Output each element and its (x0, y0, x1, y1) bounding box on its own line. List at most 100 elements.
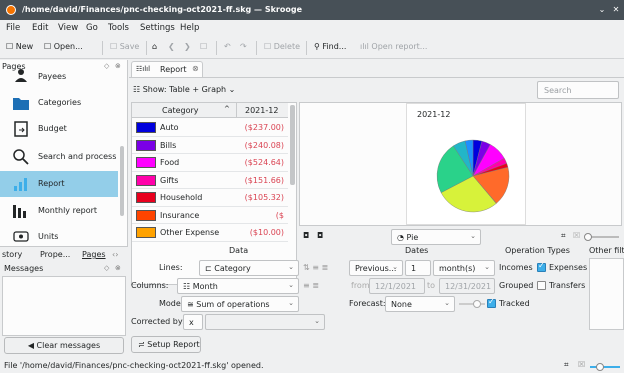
menu-view[interactable]: View (58, 23, 78, 33)
period-select[interactable]: Previous... ⌄ (349, 260, 403, 276)
clear-messages-button[interactable]: ◀ Clear messages (4, 337, 124, 354)
amount-cell: ($151.66) (244, 175, 284, 185)
pages-scrollbar[interactable] (120, 146, 124, 216)
period-unit-select[interactable]: month(s) ⌄ (433, 260, 495, 276)
other-filters-list[interactable] (589, 258, 624, 330)
undo-icon[interactable]: ↶ (224, 42, 231, 51)
report-page: ☷ılıl Report ⊗ ☷ Show: Table + Graph ⌄ S… (129, 60, 624, 360)
tab-properties[interactable]: Prope... (40, 250, 70, 259)
table-row[interactable]: Food ($524.64) (132, 154, 288, 172)
sidebar-item-units[interactable]: Units (0, 226, 118, 246)
corrected-by-select[interactable]: x (183, 314, 203, 330)
slider-handle[interactable] (473, 300, 481, 308)
table-row[interactable]: Bills ($240.08) (132, 137, 288, 154)
lines-select[interactable]: ⊏ Category ⌄ (199, 260, 299, 276)
minimize-button[interactable]: ⌄ (596, 4, 608, 16)
clear-icon: ◀ (27, 341, 37, 350)
table-row[interactable]: Gifts ($151.66) (132, 172, 288, 189)
report-tab-icon: ☷ılıl (136, 65, 151, 73)
tab-pages[interactable]: Pages (82, 250, 106, 259)
category-cell: Gifts (160, 175, 179, 185)
chart-fit-icon[interactable]: ⌗ (561, 231, 566, 241)
slider-handle[interactable] (584, 233, 592, 241)
column-header-period[interactable]: 2021-12 (236, 103, 288, 118)
close-tab-icon[interactable]: ⊗ (192, 64, 199, 73)
category-cell: Household (160, 193, 203, 202)
messages-float-icon[interactable]: ◇ (104, 264, 109, 272)
mode-select[interactable]: ≅ Sum of operations ⌄ (181, 296, 299, 312)
slider-handle[interactable] (596, 363, 604, 371)
lines-order-icons[interactable]: ⇅ ≡ ≣ (303, 263, 328, 272)
forward-icon[interactable]: ❯ (184, 42, 191, 51)
period-count-spinner[interactable]: 1 (405, 260, 431, 276)
table-row[interactable]: Household ($105.32) (132, 189, 288, 207)
setup-report-button[interactable]: ≓ Setup Report (131, 336, 201, 353)
menu-file[interactable]: File (6, 23, 20, 33)
messages-close-icon[interactable]: ⊗ (115, 264, 121, 272)
expenses-checkbox[interactable] (537, 261, 546, 272)
sidebar-item-categories[interactable]: Categories (0, 90, 118, 116)
to-date-input[interactable]: 12/31/2021 (439, 278, 495, 294)
forecast-slider[interactable] (459, 300, 485, 308)
corrected-by-value-select[interactable]: ⌄ (205, 314, 325, 330)
table-scrollbar[interactable] (290, 105, 295, 185)
columns-select[interactable]: ☷ Month ⌄ (177, 278, 299, 294)
menu-settings[interactable]: Settings (140, 23, 175, 33)
chart-view: 2021-12 (299, 102, 622, 226)
sidebar-item-monthly-report[interactable]: Monthly report (0, 198, 118, 224)
sidebar-item-payees[interactable]: Payees (0, 68, 118, 84)
table-row[interactable]: Other Expense ($10.00) (132, 224, 288, 242)
redo-icon[interactable]: ↷ (240, 42, 247, 51)
table-row[interactable]: Insurance ($ (132, 207, 288, 224)
status-zoom-slider[interactable] (590, 363, 620, 371)
menu-edit[interactable]: Edit (32, 23, 48, 33)
tracked-checkbox[interactable] (487, 297, 496, 308)
menu-go[interactable]: Go (86, 23, 98, 33)
tab-report[interactable]: ☷ılıl Report ⊗ (131, 61, 203, 77)
monthly-report-icon (13, 205, 26, 218)
sidebar-item-search[interactable]: Search and process (0, 144, 118, 170)
tabs-scroll-icon[interactable]: ‹› (112, 250, 118, 259)
pie-chart (436, 139, 510, 213)
save-button[interactable]: ☐ Save (110, 42, 139, 51)
from-date-input[interactable]: 12/1/2021 (369, 278, 425, 294)
new-button[interactable]: ☐ New (6, 42, 33, 51)
open-report-button[interactable]: ılıl Open report... (360, 42, 427, 51)
delete-button[interactable]: ☐ Delete (264, 42, 300, 51)
amount-cell: ($237.00) (244, 123, 284, 132)
chart-zoom-in-icon[interactable]: ◘ (303, 231, 309, 240)
messages-panel: Messages ◇ ⊗ ◀ Clear messages (0, 261, 128, 373)
chart-type-select[interactable]: ◔ Pie ⌄ (391, 229, 481, 245)
report-chart-icon (14, 178, 27, 191)
toolbar-separator (216, 41, 217, 55)
chart-reset-icon[interactable]: ☒ (573, 231, 580, 240)
search-input[interactable]: Search (537, 81, 619, 99)
tab-history[interactable]: story (2, 250, 22, 259)
status-reset-icon[interactable]: ☒ (578, 360, 585, 369)
sort-up-icon: ^ (224, 105, 230, 113)
status-fit-icon[interactable]: ⌗ (564, 360, 569, 370)
show-menu-button[interactable]: ☷ Show: Table + Graph ⌄ (133, 85, 235, 94)
menu-tools[interactable]: Tools (108, 23, 129, 33)
sidebar-item-report[interactable]: Report (0, 171, 118, 197)
bookmark-icon[interactable]: ☐ (200, 42, 207, 51)
column-header-category[interactable]: Category ^ (132, 103, 236, 118)
columns-order-icons[interactable]: ≡ ≣ (303, 281, 319, 290)
expenses-label: Expenses (549, 263, 588, 272)
sidebar-item-budget[interactable]: Budget (0, 116, 118, 142)
status-message: File '/home/david/Finances/pnc-checking-… (4, 361, 264, 370)
back-icon[interactable]: ❮ (168, 42, 175, 51)
chart-zoom-slider[interactable] (584, 233, 619, 241)
color-swatch (136, 192, 156, 203)
close-window-button[interactable]: ✕ (610, 4, 622, 16)
open-button[interactable]: ☐ Open... (44, 42, 83, 51)
messages-header: Messages (4, 264, 44, 273)
chart-zoom-out-icon[interactable]: ◘ (317, 231, 323, 240)
forecast-select[interactable]: None ⌄ (385, 296, 455, 312)
find-button[interactable]: ⚲ Find... (314, 42, 346, 51)
menu-help[interactable]: Help (180, 23, 199, 33)
table-row[interactable]: Auto ($237.00) (132, 119, 288, 137)
transfers-checkbox[interactable] (537, 281, 546, 290)
amount-cell: ($240.08) (244, 140, 284, 150)
home-icon[interactable]: ⌂ (152, 42, 157, 51)
